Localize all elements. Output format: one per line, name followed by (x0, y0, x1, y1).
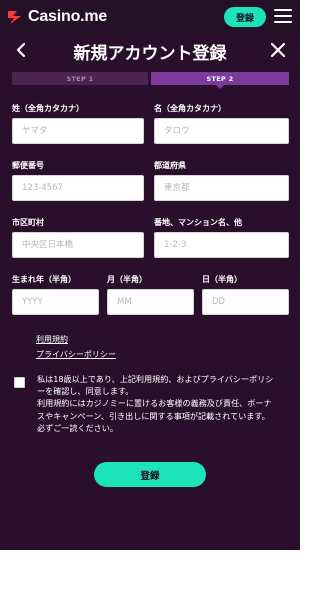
birth-year-input[interactable] (12, 289, 99, 315)
login-button[interactable]: 登録 (224, 7, 266, 27)
terms-link[interactable]: 利用規約 (36, 334, 68, 345)
birth-day-label: 日（半角） (202, 275, 242, 284)
prefecture-label: 都道府県 (154, 161, 186, 170)
top-bar: Casino.me 登録 (0, 0, 300, 34)
logo-text: Casino.me (28, 8, 108, 25)
postal-code-label: 郵便番号 (12, 161, 44, 170)
casino-me-logo-icon (8, 11, 21, 24)
privacy-policy-link[interactable]: プライバシーポリシー (36, 349, 116, 360)
birth-year-label: 生まれ年（半角） (12, 275, 76, 284)
last-name-label: 姓（全角カタカナ） (12, 104, 84, 113)
chevron-left-icon[interactable] (12, 40, 32, 60)
first-name-label: 名（全角カタカナ） (154, 104, 226, 113)
first-name-input[interactable] (154, 118, 289, 144)
birth-month-input[interactable] (107, 289, 194, 315)
page-title: 新規アカウント登録 (73, 44, 227, 64)
site-logo[interactable]: Casino.me (6, 6, 107, 28)
city-label: 市区町村 (12, 218, 44, 227)
register-submit-button[interactable]: 登録 (94, 462, 206, 487)
last-name-input[interactable] (12, 118, 144, 144)
consent-checkbox[interactable] (14, 377, 25, 388)
prefecture-input[interactable] (154, 175, 289, 201)
address-input[interactable] (154, 232, 289, 258)
close-icon[interactable] (268, 40, 288, 60)
registration-screen: Casino.me 登録 新規アカウント登録 STEP 1 STEP 2 姓（全… (0, 0, 300, 550)
address-label: 番地、マンション名、他 (154, 218, 242, 227)
birth-month-label: 月（半角） (107, 275, 147, 284)
postal-code-input[interactable] (12, 175, 144, 201)
step-1-tab: STEP 1 (12, 72, 148, 85)
hamburger-menu-icon[interactable] (274, 9, 292, 24)
step-2-tab: STEP 2 (151, 72, 289, 85)
active-step-indicator (216, 85, 224, 89)
birth-day-input[interactable] (202, 289, 289, 315)
consent-text: 私は18歳以上であり、上記利用規約、およびプライバシーポリシーを確認し、同意しま… (37, 374, 274, 433)
city-input[interactable] (12, 232, 144, 258)
